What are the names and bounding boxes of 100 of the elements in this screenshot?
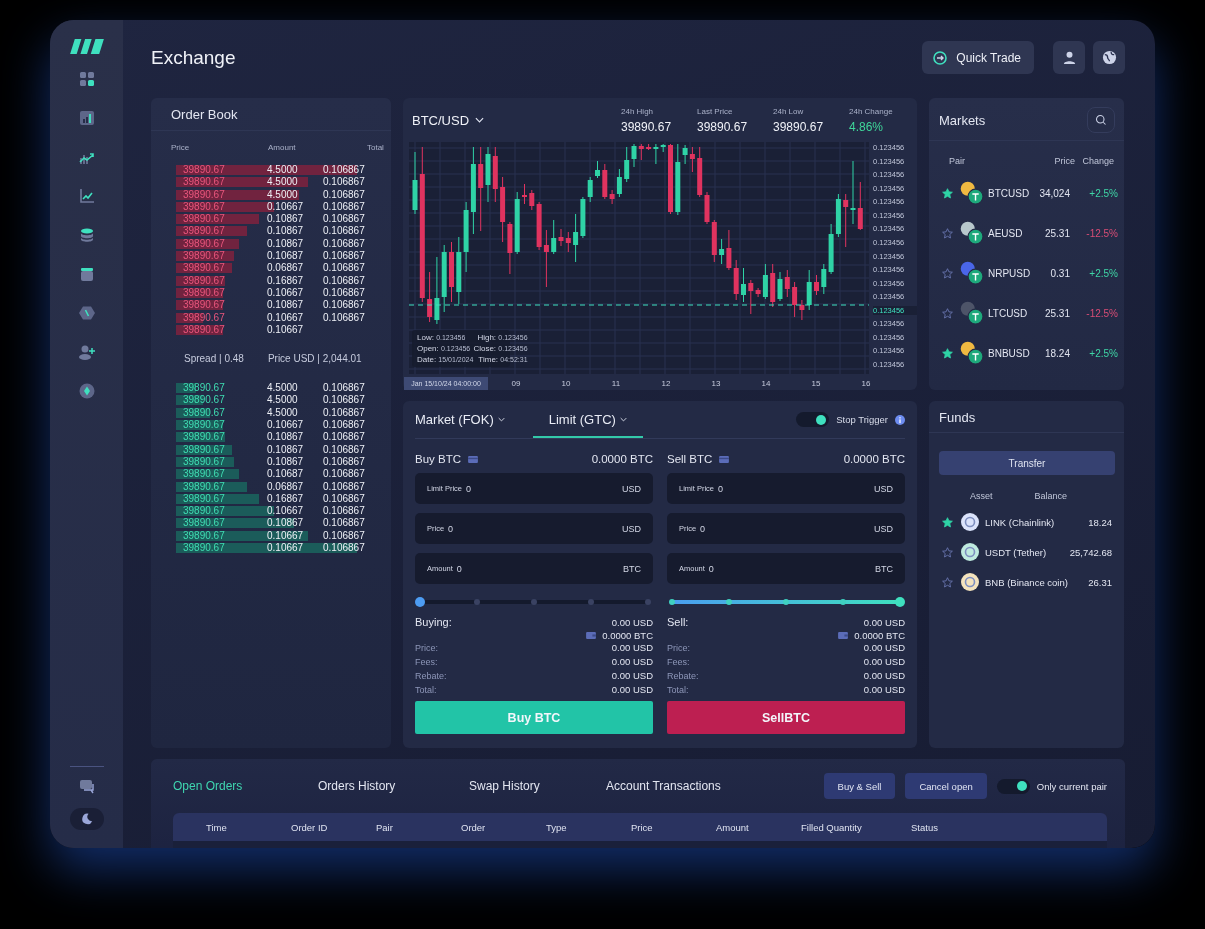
wallet-icon	[586, 632, 597, 639]
order-total: 0.106867	[323, 505, 366, 518]
slider-track[interactable]	[667, 596, 905, 608]
balance-value: 0.0000 BTC	[843, 453, 905, 465]
column-header: Price	[171, 143, 191, 152]
database-icon[interactable]	[78, 227, 95, 243]
candle	[449, 241, 454, 303]
market-row[interactable]: AEUSD 25.31 -12.5%	[929, 213, 1124, 253]
detail-value: 0.00 USD	[863, 655, 905, 669]
user-button[interactable]	[1053, 41, 1085, 74]
star-icon[interactable]	[942, 516, 953, 528]
star-icon[interactable]	[942, 347, 953, 359]
toggle-switch[interactable]	[796, 412, 830, 427]
orders-tab[interactable]: Swap History	[469, 779, 606, 793]
column-header: Amount	[268, 143, 297, 152]
slider-thumb[interactable]	[895, 597, 905, 607]
hexagon-icon[interactable]	[78, 305, 95, 321]
toggle-label: Stop Trigger	[836, 414, 888, 425]
star-icon[interactable]	[942, 576, 953, 588]
order-amount: 0.10867	[267, 237, 305, 251]
archive-icon[interactable]	[78, 266, 95, 282]
theme-button[interactable]	[69, 808, 104, 830]
filter-button[interactable]: Buy & Sell	[823, 773, 896, 799]
table-header: Time Order ID Pair Order Type Price Amount Filled Quantity Status	[173, 813, 1107, 841]
spread-label: Spread | 0.48	[184, 353, 244, 365]
orders-tab[interactable]: Orders History	[318, 779, 469, 793]
detail-value: 0.00 USD	[863, 641, 905, 655]
column-header: Change	[1081, 156, 1114, 166]
star-icon[interactable]	[942, 187, 953, 199]
detail-label: Total:	[667, 684, 689, 697]
ask-price: 39890.67	[182, 262, 225, 275]
filter-button[interactable]: Cancel open	[905, 773, 987, 799]
line-chart-icon[interactable]	[78, 188, 95, 204]
detail-value: 0.00 USD	[863, 683, 905, 697]
order-amount: 4.5000	[267, 164, 299, 177]
chat-icon[interactable]	[78, 779, 95, 795]
bid-price: 39890.67	[182, 419, 225, 432]
order-amount: 0.10687	[267, 468, 305, 481]
slider-track[interactable]	[415, 596, 653, 608]
language-button[interactable]	[1093, 41, 1125, 74]
axis-label: 14	[760, 378, 772, 388]
search-icon	[1095, 114, 1107, 126]
order-amount: 0.10667	[267, 286, 305, 300]
detail-label: Price:	[667, 642, 690, 655]
axis-label: 16	[860, 378, 872, 388]
user-icon	[1061, 50, 1077, 65]
ask-price: 39890.67	[182, 213, 225, 226]
detail-value: 0.00 USD	[611, 669, 653, 683]
detail-value: 0.00 USD	[611, 641, 653, 655]
candle	[595, 160, 600, 179]
order-amount: 4.5000	[267, 176, 299, 189]
sell-button[interactable]: SellBTC	[667, 701, 905, 734]
order-amount: 0.10667	[267, 419, 305, 432]
ask-price: 39890.67	[182, 274, 225, 287]
order-total: 0.106867	[323, 529, 366, 542]
order-amount: 0.10867	[267, 431, 305, 444]
order-total: 0.106867	[323, 188, 366, 201]
ask-price: 39890.67	[182, 176, 225, 189]
star-icon[interactable]	[942, 307, 953, 319]
axis-label: 12	[660, 378, 672, 388]
wallet-value: 0.0000 BTC	[602, 630, 653, 641]
order-amount: 0.10667	[267, 311, 305, 324]
axis-label: 09	[510, 378, 522, 388]
axis-label: 11	[610, 378, 622, 388]
candle	[668, 143, 673, 215]
market-row[interactable]: NRPUSD 0.31 +2.5%	[929, 253, 1124, 293]
star-icon[interactable]	[942, 227, 953, 239]
detail-label: Rebate:	[415, 670, 447, 683]
order-amount: 4.5000	[267, 394, 299, 407]
bid-price: 39890.67	[182, 382, 225, 395]
market-row[interactable]: LTCUSD 25.31 -12.5%	[929, 293, 1124, 333]
order-type-tab[interactable]: Limit (GTC)	[532, 401, 643, 438]
asset-name: USDT (Tether)	[985, 546, 1047, 558]
order-amount: 4.5000	[267, 406, 299, 420]
order-total: 0.106867	[323, 468, 366, 481]
pair-dropdown[interactable]: BTC/USD	[409, 112, 485, 128]
order-amount: 0.06867	[267, 262, 305, 275]
quick-trade-button[interactable]: Quick Trade	[922, 41, 1034, 74]
market-row[interactable]: BTCUSD 34,024 +2.5%	[929, 173, 1124, 213]
bar-chart-icon[interactable]	[78, 110, 95, 126]
star-icon[interactable]	[942, 546, 953, 558]
toggle-switch[interactable]	[996, 778, 1030, 794]
bid-price: 39890.67	[182, 455, 225, 469]
order-amount: 0.10667	[267, 529, 305, 542]
add-user-icon[interactable]	[78, 344, 95, 360]
bid-price: 39890.67	[182, 517, 225, 530]
info-icon[interactable]	[895, 414, 905, 425]
detail-label: Price:	[415, 642, 438, 655]
order-type-tab[interactable]: Market (FOK)	[415, 401, 505, 438]
orders-tab[interactable]: Open Orders	[173, 779, 318, 793]
grid-icon[interactable]	[78, 71, 95, 87]
moon-icon	[80, 813, 93, 825]
asset-name: BNB (Binance coin)	[985, 576, 1068, 588]
orders-tab[interactable]: Account Transactions	[606, 779, 721, 793]
market-row[interactable]: BNBUSD 18.24 +2.5%	[929, 333, 1124, 373]
transfer-button[interactable]: Transfer	[939, 451, 1115, 475]
search-button[interactable]	[1087, 107, 1115, 133]
ask-price: 39890.67	[182, 164, 225, 177]
slider-thumb[interactable]	[415, 597, 425, 607]
star-icon[interactable]	[942, 267, 953, 279]
